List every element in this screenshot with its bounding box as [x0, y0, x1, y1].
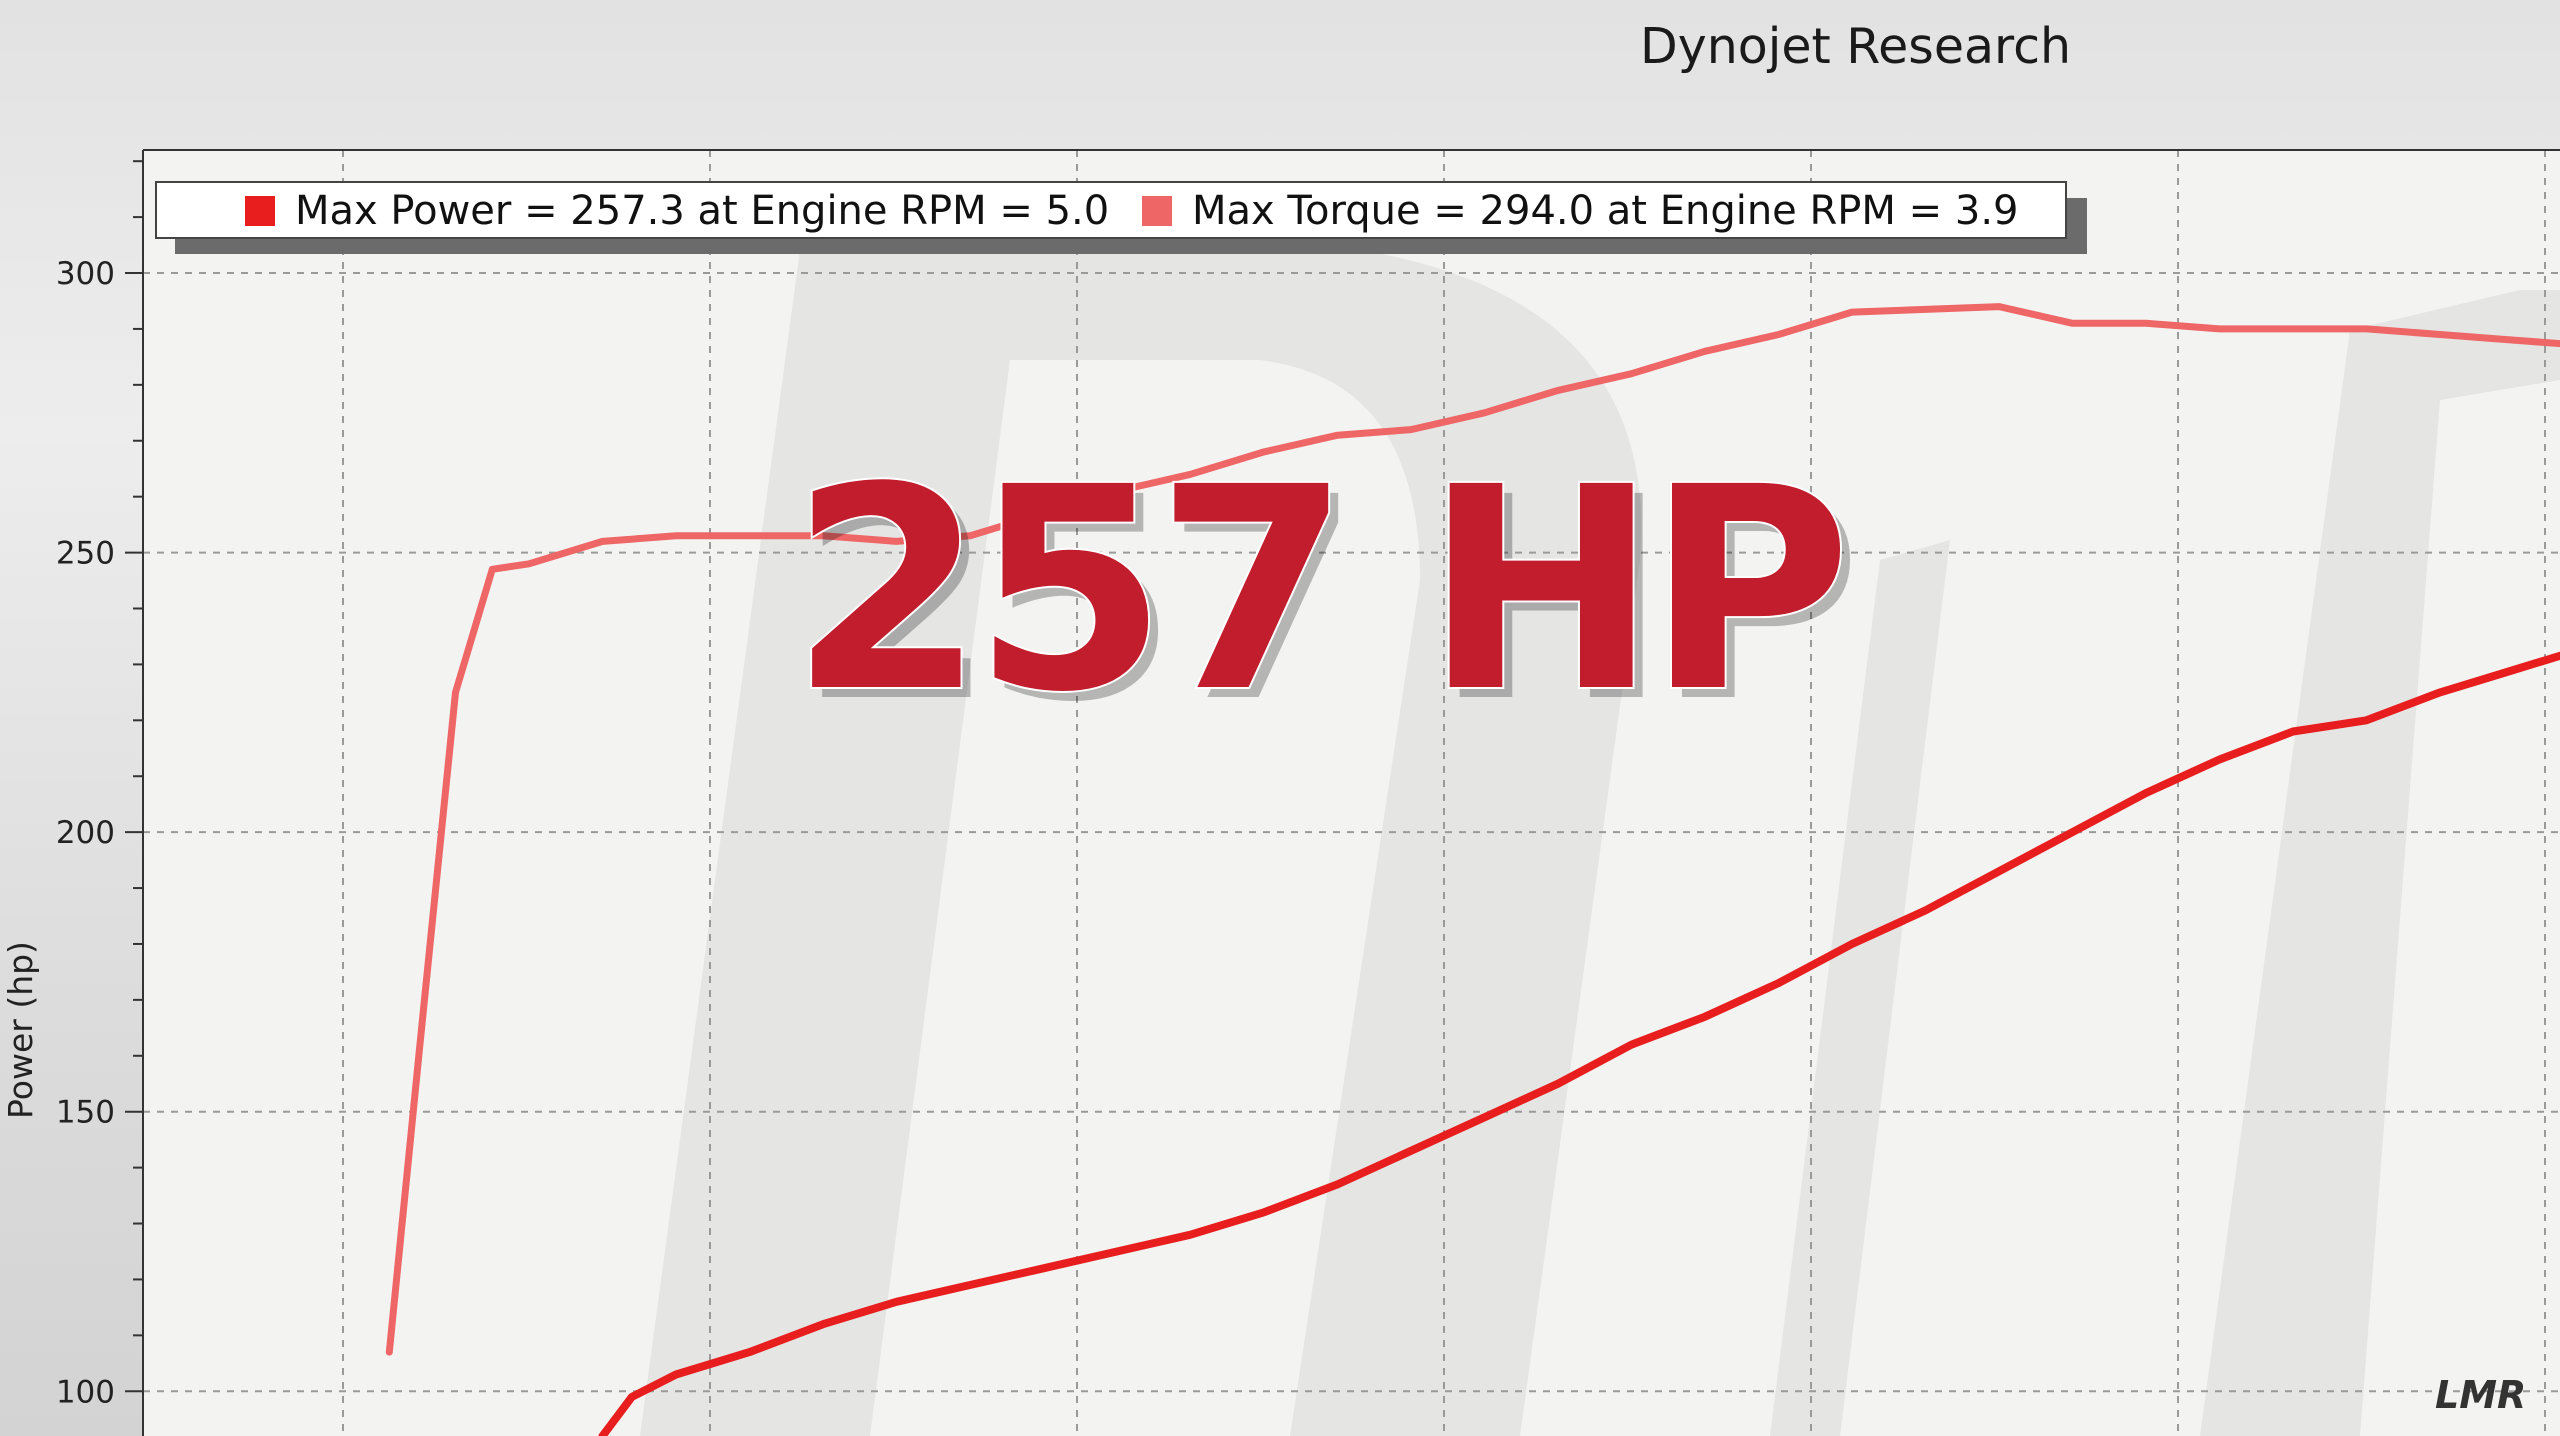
y-tick-label: 150	[56, 1095, 115, 1131]
brand-logo: LMR	[2435, 1373, 2526, 1417]
y-axis-title: Power (hp)	[1, 941, 40, 1119]
y-tick-label: 250	[56, 536, 115, 572]
legend-label-power: Max Power = 257.3 at Engine RPM = 5.0	[295, 188, 1109, 234]
legend-label-torque: Max Torque = 294.0 at Engine RPM = 3.9	[1192, 188, 2018, 234]
y-tick-label: 100	[56, 1374, 115, 1410]
legend-swatch-torque	[1142, 196, 1172, 226]
legend-swatch-power	[245, 196, 275, 226]
header-title: Dynojet Research	[1640, 18, 2071, 75]
dyno-chart: 100 150 200 250 300 Dynojet Research Max Pow…	[1, 18, 2560, 1436]
legend: Max Power = 257.3 at Engine RPM = 5.0 Ma…	[155, 181, 2087, 254]
overlay-hp-text: 257 HP	[790, 428, 1843, 754]
overlay-callout: 257 HP 257 HP	[788, 426, 1865, 764]
y-tick-label: 300	[56, 256, 115, 292]
y-axis: 100 150 200 250 300	[56, 160, 143, 1410]
y-tick-label: 200	[56, 815, 115, 851]
